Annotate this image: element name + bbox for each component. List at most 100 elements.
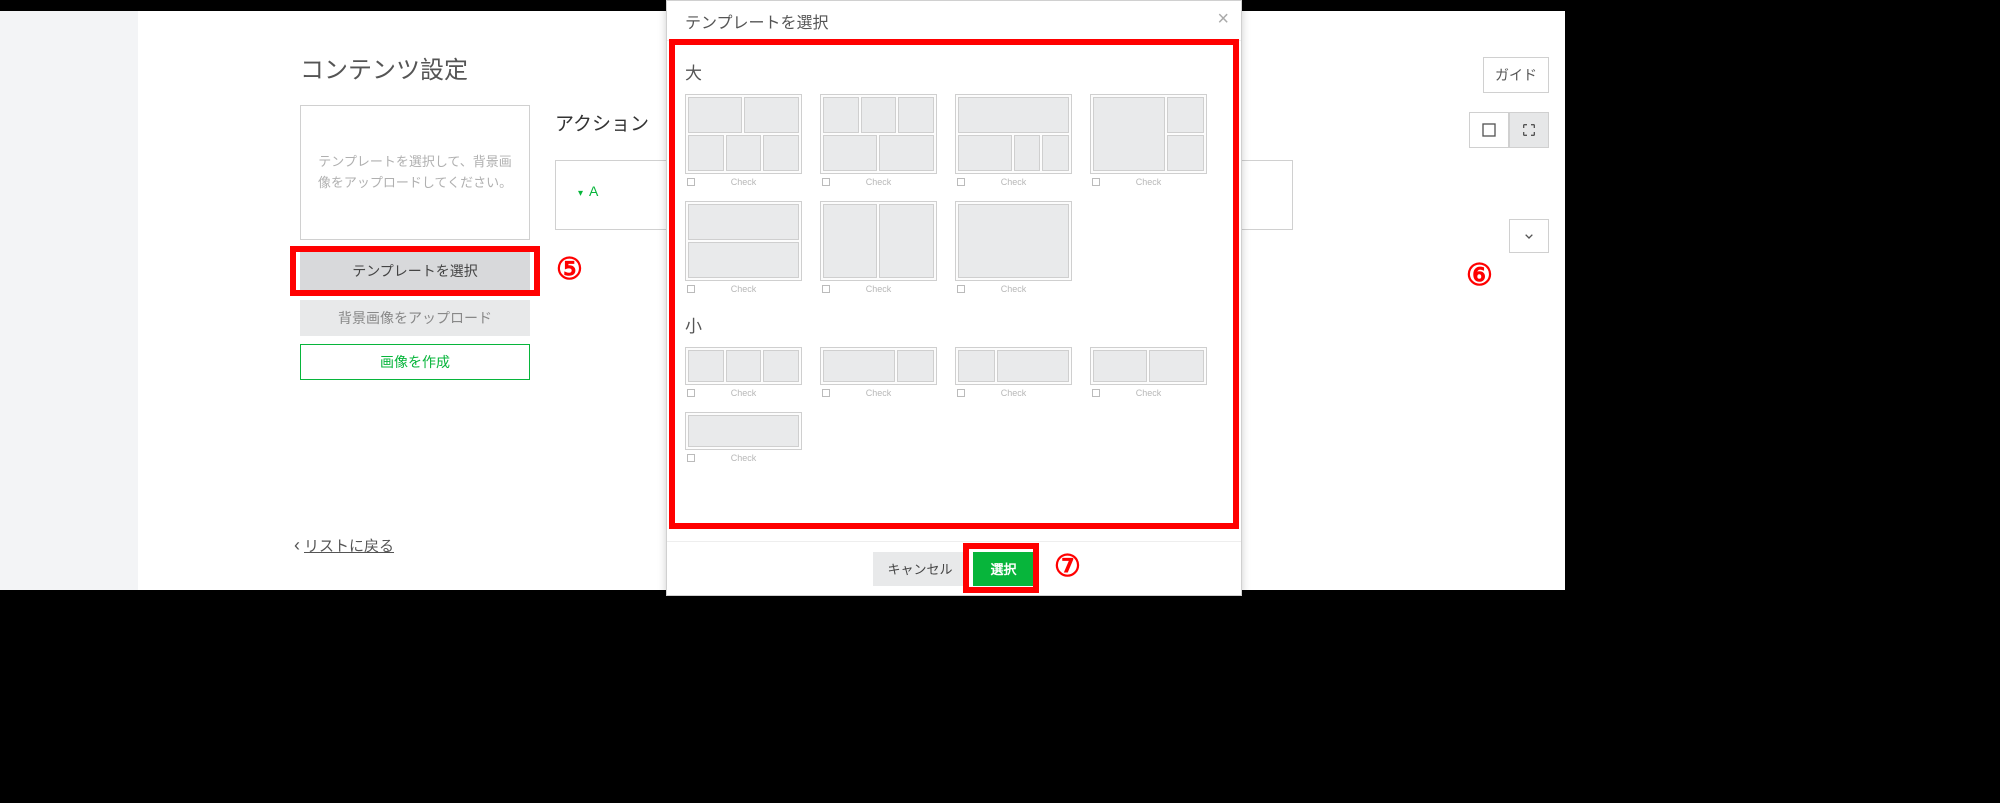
view-toggle-left[interactable] [1469,112,1509,148]
template-pane [861,97,896,133]
dropdown-toggle[interactable] [1509,219,1549,253]
modal-header: テンプレートを選択 × [667,1,1241,41]
expand-icon [1521,122,1537,138]
template-item[interactable]: Check [955,201,1072,294]
template-meta-label: Check [731,388,757,398]
modal-close-button[interactable]: × [1217,9,1229,29]
action-section-label: アクション [555,109,649,136]
action-item-a[interactable]: A [578,183,598,199]
template-pane [958,350,995,382]
checkbox-icon [957,389,965,397]
layout-icon [1481,122,1497,138]
template-meta-label: Check [731,284,757,294]
template-pane [1014,135,1040,171]
template-grid-small: Check Check Check Check Check [685,347,1223,463]
template-pane [997,350,1069,382]
callout-6-label: ⑥ [1466,258,1493,293]
modal-title: テンプレートを選択 [685,9,829,33]
template-pane [879,135,934,171]
template-thumbnail [1090,347,1207,385]
view-toggle-group [1469,112,1549,148]
template-pane [688,415,799,447]
template-pane [897,350,934,382]
template-item[interactable]: Check [685,201,802,294]
checkbox-icon [687,178,695,186]
template-pane [688,97,742,133]
template-pane [688,350,724,382]
checkbox-icon [687,389,695,397]
template-item[interactable]: Check [820,347,937,398]
template-thumbnail [955,201,1072,281]
template-meta: Check [820,388,937,398]
template-meta: Check [1090,388,1207,398]
chevron-down-icon [1521,228,1537,244]
template-thumbnail [1090,94,1207,174]
template-item[interactable]: Check [955,94,1072,187]
view-toggle-fullscreen[interactable] [1509,112,1549,148]
template-thumbnail [685,94,802,174]
template-item[interactable]: Check [685,347,802,398]
template-pane [1093,350,1147,382]
template-thumbnail [955,347,1072,385]
template-item[interactable]: Check [955,347,1072,398]
template-pane [823,204,877,278]
template-meta: Check [685,284,802,294]
modal-footer: キャンセル 選択 [667,541,1241,595]
template-meta: Check [955,284,1072,294]
template-pane [688,204,799,240]
template-grid-large: Check Check Check Check Check Check Check [685,94,1223,294]
template-meta: Check [1090,177,1207,187]
template-pane [1167,97,1204,133]
checkbox-icon [822,285,830,293]
checkbox-icon [687,285,695,293]
template-meta-label: Check [1001,388,1027,398]
checkbox-icon [957,178,965,186]
template-thumbnail [820,94,937,174]
category-small-label: 小 [685,312,1223,337]
template-meta-label: Check [866,388,892,398]
template-item[interactable]: Check [685,412,802,463]
back-to-list-link[interactable]: リストに戻る [294,535,394,556]
checkbox-icon [822,178,830,186]
template-item[interactable]: Check [820,94,937,187]
template-meta-label: Check [866,177,892,187]
template-pane [1042,135,1069,171]
checkbox-icon [957,285,965,293]
template-thumbnail [820,347,937,385]
template-item[interactable]: Check [820,201,937,294]
template-pane [763,135,799,171]
category-large-label: 大 [685,59,1223,84]
template-item[interactable]: Check [1090,94,1207,187]
template-thumbnail [955,94,1072,174]
template-pane [726,135,761,171]
template-meta: Check [955,388,1072,398]
callout-7-label: ⑦ [1054,549,1081,584]
modal-body: 大 CheckCheckCheckCheckCheckCheckCheck 小 … [667,41,1241,541]
checkbox-icon [822,389,830,397]
close-icon: × [1217,8,1229,30]
template-meta: Check [820,284,937,294]
template-item[interactable]: Check [1090,347,1207,398]
callout-5-label: ⑤ [556,252,583,287]
template-meta-label: Check [866,284,892,294]
select-template-button[interactable]: テンプレートを選択 [300,252,530,290]
template-meta: Check [685,453,802,463]
select-button[interactable]: 選択 [973,552,1035,586]
cancel-button[interactable]: キャンセル [873,552,966,586]
create-image-button[interactable]: 画像を作成 [300,344,530,380]
template-meta-label: Check [731,453,757,463]
guide-button[interactable]: ガイド [1483,57,1549,93]
template-pane [726,350,761,382]
left-sidebar-blank [0,11,138,590]
template-item[interactable]: Check [685,94,802,187]
template-pane [958,135,1012,171]
upload-background-button[interactable]: 背景画像をアップロード [300,300,530,336]
content-settings-heading: コンテンツ設定 [300,50,468,85]
template-thumbnail [685,412,802,450]
checkbox-icon [1092,178,1100,186]
template-pane [879,204,934,278]
template-meta: Check [820,177,937,187]
template-preview-text: テンプレートを選択して、背景画像をアップロードしてください。 [317,152,513,194]
template-meta-label: Check [1001,177,1027,187]
template-thumbnail [820,201,937,281]
